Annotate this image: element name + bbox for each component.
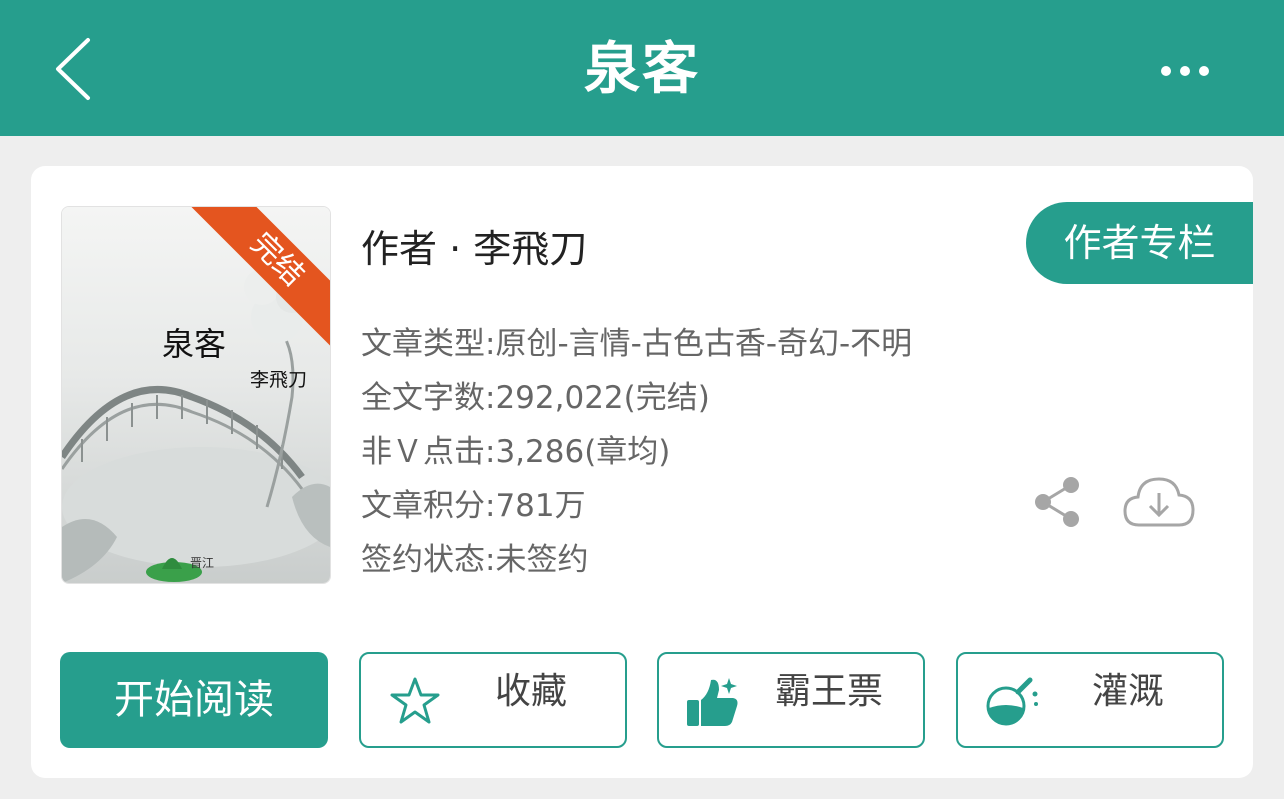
- svg-text:晋江: 晋江: [190, 556, 214, 570]
- start-reading-button[interactable]: 开始阅读: [60, 652, 328, 748]
- back-button[interactable]: [48, 34, 104, 104]
- page-title: 泉客: [584, 37, 700, 102]
- info-contract-status: 签约状态:未签约: [361, 542, 589, 578]
- author-column-button[interactable]: 作者专栏: [1026, 202, 1253, 284]
- info-clicks: 非Ｖ点击:3,286(章均): [361, 434, 671, 470]
- info-word-count: 全文字数:292,022(完结): [361, 380, 710, 416]
- flask-icon: [986, 677, 1038, 726]
- star-icon: [390, 677, 440, 724]
- vote-label: 霸王票: [774, 671, 883, 712]
- book-card: 晋江 泉客 李飛刀 完结 作者 · 李飛刀 作者专栏 文章类型:原创-言情-古色…: [31, 166, 1253, 778]
- more-icon: [1161, 66, 1209, 76]
- book-cover[interactable]: 晋江 泉客 李飛刀 完结: [61, 206, 331, 584]
- cover-author: 李飛刀: [250, 369, 308, 391]
- back-arrow-icon: [56, 38, 90, 100]
- cloud-download-icon: [1123, 477, 1195, 527]
- cover-title: 泉客: [162, 325, 227, 363]
- download-button[interactable]: [1121, 471, 1197, 531]
- favorite-button[interactable]: 收藏: [359, 652, 627, 748]
- top-bar: 泉客: [0, 0, 1284, 136]
- thumbs-up-icon: [687, 678, 738, 726]
- favorite-label: 收藏: [494, 671, 567, 712]
- share-icon: [1035, 477, 1079, 527]
- nutrient-button[interactable]: 灌溉: [956, 652, 1224, 748]
- nutrient-label: 灌溉: [1091, 671, 1164, 712]
- info-genre: 文章类型:原创-言情-古色古香-奇幻-不明: [361, 326, 913, 362]
- share-button[interactable]: [1031, 474, 1083, 530]
- more-button[interactable]: [1154, 56, 1218, 86]
- info-score: 文章积分:781万: [361, 488, 586, 524]
- vote-button[interactable]: 霸王票: [657, 652, 925, 748]
- author-line[interactable]: 作者 · 李飛刀: [361, 218, 587, 273]
